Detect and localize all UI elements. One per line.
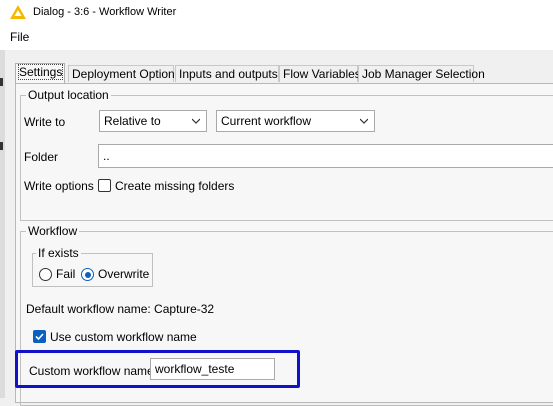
overwrite-radio[interactable] [81, 268, 94, 281]
folder-label: Folder [24, 150, 59, 164]
use-custom-name-checkbox[interactable] [33, 330, 46, 343]
folder-input[interactable]: .. [98, 144, 553, 168]
tab-job-manager-selection[interactable]: Job Manager Selection [358, 65, 485, 82]
tab-flow-variables[interactable]: Flow Variables [279, 65, 361, 82]
fail-label: Fail [56, 267, 76, 281]
title-bar: Dialog - 3:6 - Workflow Writer [0, 0, 553, 26]
menu-bar: File [0, 26, 553, 50]
edge-mark [0, 78, 3, 86]
write-to-label: Write to [24, 115, 66, 129]
tab-settings[interactable]: Settings [15, 63, 65, 83]
background-window-edge [0, 50, 5, 398]
chevron-down-icon [192, 118, 200, 124]
fail-radio[interactable] [39, 268, 52, 281]
output-location-legend: Output location [26, 88, 111, 102]
write-options-label: Write options [24, 179, 94, 193]
edge-mark [0, 142, 3, 150]
workflow-legend: Workflow [26, 224, 80, 238]
if-exists-group: If exists Fail Overwrite [32, 246, 153, 287]
tab-deployment-options[interactable]: Deployment Options [68, 65, 181, 82]
menu-file[interactable]: File [10, 30, 29, 44]
window-title: Dialog - 3:6 - Workflow Writer [33, 6, 177, 18]
write-to-select[interactable]: Relative to [99, 110, 207, 132]
relative-to-select[interactable]: Current workflow [216, 110, 375, 132]
create-missing-folders-label: Create missing folders [115, 179, 235, 193]
tab-inputs-outputs[interactable]: Inputs and outputs [175, 65, 279, 82]
use-custom-name-label: Use custom workflow name [50, 330, 197, 344]
knime-logo-icon [10, 5, 26, 19]
create-missing-folders-checkbox[interactable] [98, 179, 111, 192]
annotation-highlight-box [15, 350, 300, 388]
overwrite-label: Overwrite [98, 267, 150, 281]
checkmark-icon [35, 333, 44, 341]
output-location-group: Output location Write to Relative to Cur… [20, 88, 553, 221]
chevron-down-icon [360, 118, 368, 124]
if-exists-legend: If exists [36, 246, 81, 260]
default-workflow-name: Default workflow name: Capture-32 [26, 302, 215, 316]
